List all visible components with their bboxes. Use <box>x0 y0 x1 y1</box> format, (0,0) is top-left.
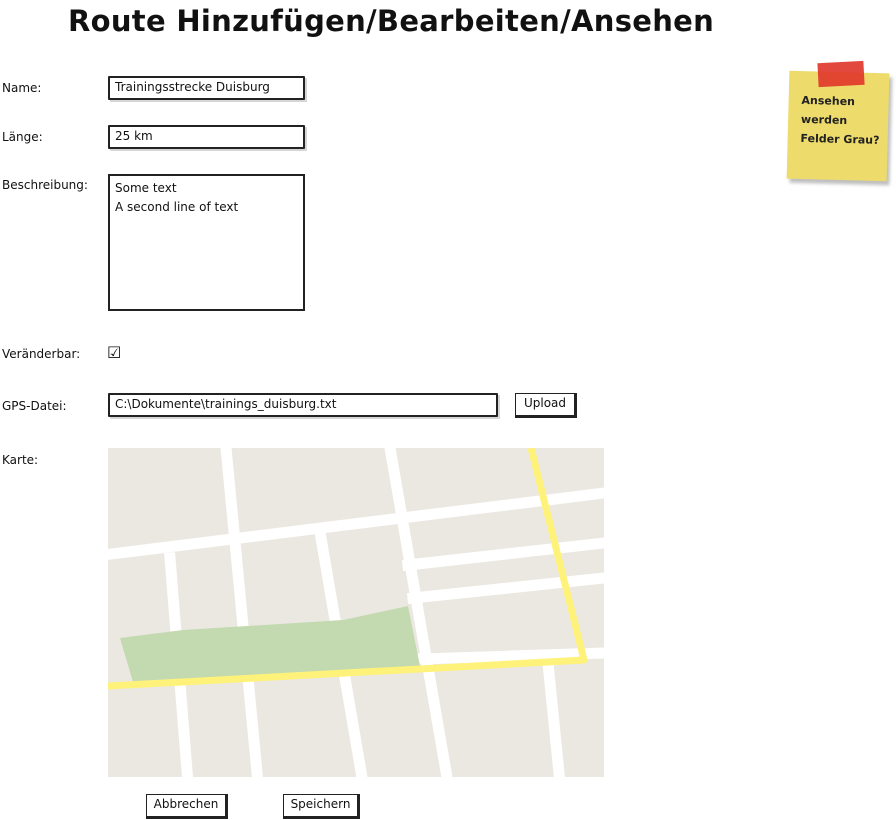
description-textarea[interactable]: Some text A second line of text <box>108 174 305 311</box>
gps-file-field[interactable]: C:\Dokumente\trainings_duisburg.txt <box>108 393 498 417</box>
map-graphic <box>108 448 604 777</box>
cancel-button[interactable]: Abbrechen <box>146 794 228 819</box>
length-field[interactable]: 25 km <box>108 125 305 149</box>
save-button[interactable]: Speichern <box>283 794 360 819</box>
map-label: Karte: <box>2 453 39 467</box>
gps-file-label: GPS-Datei: <box>2 399 67 413</box>
editable-label: Veränderbar: <box>2 347 81 361</box>
description-label: Beschreibung: <box>2 178 88 192</box>
description-line: Some text <box>115 181 177 195</box>
sticky-note-text: Ansehen werden Felder Grau? <box>800 93 880 147</box>
length-label: Länge: <box>2 130 43 144</box>
map-view[interactable] <box>108 448 604 777</box>
name-label: Name: <box>2 81 42 95</box>
upload-button[interactable]: Upload <box>515 393 577 418</box>
sticky-note-tape <box>817 60 865 88</box>
editable-checkbox[interactable]: ☑ <box>107 345 121 361</box>
page-title: Route Hinzufügen/Bearbeiten/Ansehen <box>68 4 715 38</box>
description-line: A second line of text <box>115 200 239 214</box>
name-field[interactable]: Trainingsstrecke Duisburg <box>108 76 305 100</box>
